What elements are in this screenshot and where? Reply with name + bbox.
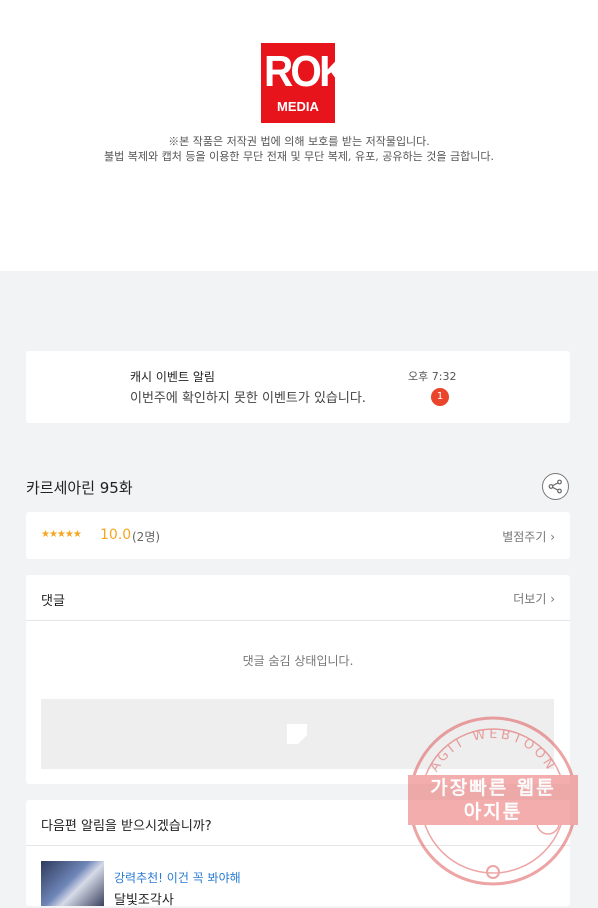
rating-score: 10.0 [100, 527, 132, 543]
copyright-line-2: 불법 복제와 캡처 등을 이용한 무단 전재 및 무단 복제, 유포, 공유하는… [104, 150, 494, 163]
note-icon [287, 724, 307, 744]
notification-count-badge: 1 [431, 388, 449, 406]
watermark-line-2: 아지툰 [463, 801, 523, 823]
viewer-end-panel: ROK MEDIA ※본 작품은 저작권 법에 의해 보호를 받는 저작물입니다… [0, 0, 598, 271]
watermark-line-1: 가장빠른 웹툰 [430, 777, 556, 799]
recommended-promo-text[interactable]: 강력추천! 이건 꼭 봐야해 [114, 869, 241, 886]
comments-hidden-message: 댓글 숨김 상태입니다. [242, 654, 354, 668]
rating-vote-count: (2명) [132, 530, 161, 544]
recommended-work-title[interactable]: 달빛조각사 [114, 889, 174, 908]
svg-text:AGIT WEBTOON: AGIT WEBTOON [427, 727, 559, 775]
logo-text-media: MEDIA [277, 99, 319, 114]
publisher-logo: ROK MEDIA [261, 43, 348, 123]
notification-title: 캐시 이벤트 알림 [130, 370, 215, 384]
give-rating-button[interactable]: 별점주기 › [502, 528, 555, 545]
logo-text-rok: ROK [263, 47, 348, 96]
notification-time: 오후 7:32 [408, 370, 457, 383]
notification-message: 이번주에 확인하지 못한 이벤트가 있습니다. [130, 391, 366, 406]
copyright-notice: ※본 작품은 저작권 법에 의해 보호를 받는 저작물입니다. 불법 복제와 캡… [60, 134, 538, 164]
recommended-work-thumbnail[interactable] [41, 861, 104, 906]
comments-more-button[interactable]: 더보기 › [513, 590, 555, 607]
share-icon [548, 479, 562, 494]
copyright-line-1: ※본 작품은 저작권 법에 의해 보호를 받는 저작물입니다. [168, 135, 430, 148]
rating-bar: ★★★★★ 10.0 (2명) 별점주기 › [26, 512, 570, 559]
share-button[interactable] [542, 473, 569, 500]
rating-stars-icon: ★★★★★ [41, 529, 82, 540]
next-alert-question: 다음편 알림을 받으시겠습니까? [41, 819, 212, 834]
watermark-stamp: AGIT WEBTOON 가장빠른 웹툰 아지툰 [400, 715, 586, 890]
episode-title: 카르세아린 95화 [26, 479, 133, 497]
comment-section-title: 댓글 [41, 594, 65, 609]
cash-event-notification[interactable]: 캐시 이벤트 알림 이번주에 확인하지 못한 이벤트가 있습니다. 오후 7:3… [26, 351, 570, 423]
watermark-ring-text: AGIT WEBTOON [427, 727, 556, 775]
comment-header: 댓글 더보기 › [26, 575, 570, 621]
